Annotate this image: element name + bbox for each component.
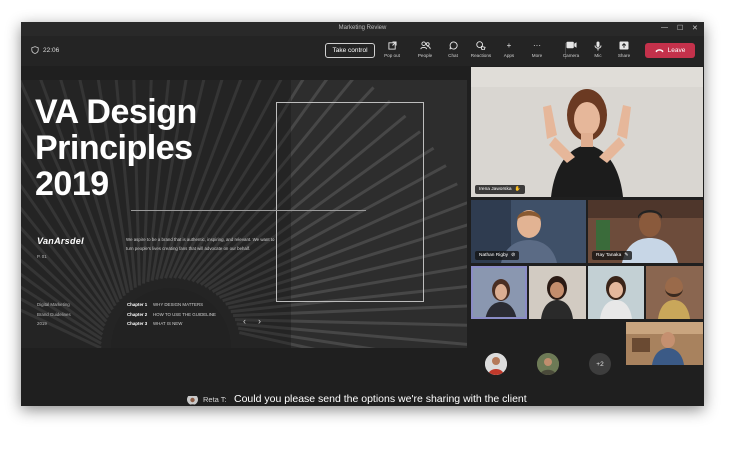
participant-nametag: Irena Jaworska ✋ [475,185,525,194]
pop-out-button[interactable]: Pop out [379,41,405,58]
meta-line: Digital Marketing [37,302,70,307]
title-bar: Marketing Review — ☐ ✕ [21,22,704,36]
slide-title-line: Principles [35,129,193,167]
close-icon[interactable]: ✕ [692,24,698,32]
mic-label: Mic [594,53,602,58]
participant-name: Irena Jaworska [479,187,512,192]
participant-video [529,266,586,319]
meta-line: Brand Guidelines [37,311,71,317]
chapter-list: Chapter 1 WHY DESIGN MATTERS Chapter 2 HOW… [127,300,216,329]
camera-button[interactable]: Camera [558,41,584,58]
leave-label: Leave [667,47,686,54]
mic-button[interactable]: Mic [585,41,611,58]
reactions-icon [468,41,494,51]
slide-title: VA Design Principles 2019 [35,94,197,202]
shield-icon [31,46,39,54]
slide-frame [276,102,424,302]
caption-text: Could you please send the options we're … [234,393,527,405]
raised-hand-icon: ✋ [514,187,521,192]
chapter-name: HOW TO USE THE GUIDELINE [153,311,216,317]
chat-label: Chat [448,53,458,58]
slide-body-text: We aspire to be a brand that is authenti… [126,237,275,251]
participant-video [646,266,703,319]
next-slide-button[interactable]: › [258,316,261,326]
mic-off-icon: ⊘ [511,253,516,258]
slide-divider-line [131,210,366,211]
share-button[interactable]: Share [611,41,637,58]
chapter-item: Chapter 2 HOW TO USE THE GUIDELINE [127,310,216,320]
video-tile-participant[interactable] [471,266,527,319]
caption-speaker: Reta T: [203,395,227,404]
brand-logo: VanArsdel [37,236,84,246]
video-tile-main[interactable]: Irena Jaworska ✋ [471,67,703,197]
people-label: People [417,53,433,58]
meeting-stage: VA Design Principles 2019 VanArsdel We a… [21,66,704,406]
camera-icon [558,41,584,51]
minimize-icon[interactable]: — [661,24,668,31]
self-view-tile[interactable] [626,322,703,365]
apps-label: Apps [503,53,515,58]
participant-nametag: Ray Tanaka ✎ [592,251,633,260]
leave-button[interactable]: Leave [645,43,695,58]
chapter-number: Chapter 3 [127,321,148,326]
video-tile-participant[interactable] [529,266,586,319]
video-tile-participant[interactable] [588,266,644,319]
window-title: Marketing Review [338,25,387,31]
chapter-number: Chapter 2 [127,311,148,317]
meeting-toolbar: 22:06 Take control Pop out People Chat R… [21,36,704,66]
reactions-label: Reactions [470,53,492,58]
chapter-item: Chapter 3 WHAT IS NEW [127,319,216,329]
participant-video [471,67,703,197]
more-participants-badge[interactable]: +2 [589,353,611,375]
chapter-number: Chapter 1 [127,302,148,307]
slide-page-number: P. 01 [37,254,47,259]
participant-avatar[interactable] [537,353,559,375]
participant-name: Nathan Rigby [479,253,509,258]
timer-text: 22:06 [43,46,60,54]
ellipsis-icon: ··· [533,41,541,50]
participant-video [473,268,525,317]
participant-name: Ray Tanaka [596,253,622,258]
mic-icon [585,41,611,51]
participant-nametag: Nathan Rigby ⊘ [475,251,520,260]
chapter-item: Chapter 1 WHY DESIGN MATTERS [127,300,216,310]
slide-title-line: VA Design [35,93,197,131]
participant-video [588,266,644,319]
pop-out-icon [379,41,405,51]
meeting-timer: 22:06 [31,46,59,54]
speaker-avatar [187,394,198,405]
pop-out-label: Pop out [384,53,400,58]
shared-slide[interactable]: VA Design Principles 2019 VanArsdel We a… [21,80,467,348]
chat-icon [440,41,466,51]
slide-meta: Digital Marketing Brand Guidelines 2019 [37,300,71,329]
previous-slide-button[interactable]: ‹ [243,316,246,326]
share-label: Share [617,53,631,58]
participant-avatar[interactable] [485,353,507,375]
participant-video [626,322,703,365]
slide-title-line: 2019 [35,165,109,203]
slide-navigation: ‹ › [243,316,261,326]
pin-icon: ✎ [624,253,629,258]
video-tile-nathan[interactable]: Nathan Rigby ⊘ [471,200,586,263]
meta-line: 2019 [37,321,47,326]
share-icon [611,41,637,51]
maximize-icon[interactable]: ☐ [677,24,683,32]
people-button[interactable]: People [412,41,438,58]
chapter-name: WHY DESIGN MATTERS [153,302,204,307]
plus-icon: + [506,41,512,50]
video-tile-ray[interactable]: Ray Tanaka ✎ [588,200,703,263]
teams-meeting-window: Marketing Review — ☐ ✕ 22:06 Take contro… [21,22,704,406]
take-control-button[interactable]: Take control [325,43,375,58]
chapter-name: WHAT IS NEW [153,321,183,326]
reactions-button[interactable]: Reactions [468,41,494,58]
phone-hangup-icon [655,49,664,53]
apps-button[interactable]: + Apps [496,41,522,58]
more-button[interactable]: ··· More [524,41,550,58]
video-tile-participant[interactable] [646,266,703,319]
camera-label: Camera [562,53,580,58]
people-icon [412,41,438,51]
more-label: More [531,53,543,58]
chat-button[interactable]: Chat [440,41,466,58]
